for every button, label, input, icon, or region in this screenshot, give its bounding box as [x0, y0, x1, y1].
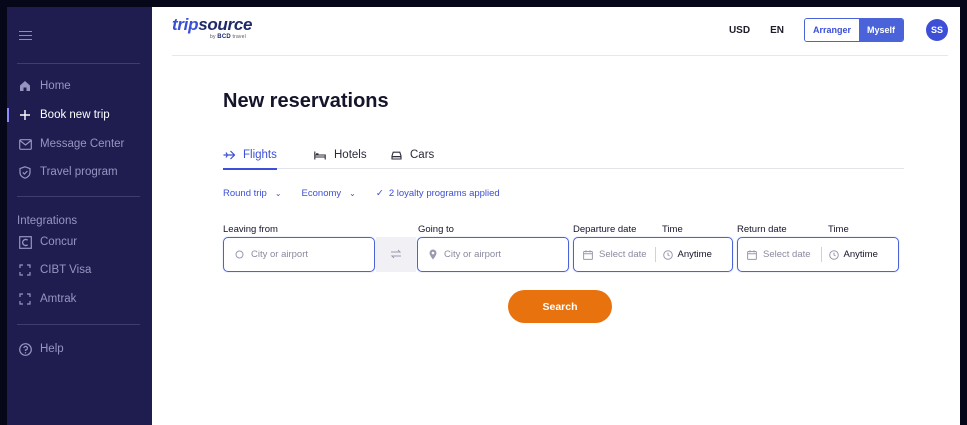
concur-icon — [18, 235, 32, 249]
avatar[interactable]: SS — [926, 19, 948, 41]
logo-sub-travel: travel — [232, 34, 246, 40]
going-to-placeholder: City or airport — [444, 249, 502, 260]
sidebar-item-amtrak[interactable]: Amtrak — [7, 288, 152, 310]
loyalty-programs-link[interactable]: ✓ 2 loyalty programs applied — [376, 188, 500, 199]
help-icon — [18, 342, 32, 356]
tab-hotels[interactable]: Hotels — [314, 141, 367, 169]
sidebar-item-label: Book new trip — [40, 109, 110, 121]
clock-icon — [828, 249, 839, 260]
tripsource-logo[interactable]: tripsource by BCD travel — [172, 16, 252, 40]
return-date-input[interactable]: Select date — [738, 238, 811, 271]
language-selector[interactable]: EN — [770, 25, 784, 36]
return-time-value: Anytime — [843, 249, 878, 260]
car-icon — [391, 151, 402, 160]
sidebar-item-help[interactable]: Help — [7, 338, 152, 360]
calendar-icon — [583, 249, 593, 260]
chevron-down-icon: ⌄ — [349, 189, 356, 198]
leaving-from-input[interactable]: City or airport — [223, 237, 375, 272]
mail-icon — [18, 137, 32, 151]
origin-circle-icon — [235, 250, 244, 259]
sidebar-item-concur[interactable]: Concur — [7, 231, 152, 253]
check-icon: ✓ — [375, 188, 384, 199]
sidebar-item-book-new-trip[interactable]: Book new trip — [7, 104, 152, 126]
logo-text-suffix: source — [198, 15, 253, 34]
sidebar-item-label: Home — [40, 80, 71, 92]
chevron-down-icon: ⌄ — [274, 189, 282, 198]
going-to-input[interactable]: City or airport — [417, 237, 569, 272]
trip-type-dropdown[interactable]: Round trip ⌄ — [223, 188, 282, 199]
loyalty-text: 2 loyalty programs applied — [388, 188, 500, 199]
page-title: New reservations — [223, 90, 389, 112]
sidebar-item-label: Concur — [40, 236, 78, 248]
sidebar-item-cibt-visa[interactable]: CIBT Visa — [7, 259, 152, 281]
sidebar-item-travel-program[interactable]: Travel program — [7, 161, 152, 183]
logo-text-prefix: trip — [172, 15, 199, 34]
sidebar-item-label: Message Center — [40, 138, 125, 150]
sidebar-item-label: Travel program — [40, 166, 118, 178]
tab-label: Flights — [243, 149, 277, 161]
going-to-label: Going to — [418, 224, 454, 235]
calendar-icon — [747, 249, 757, 260]
leaving-from-label: Leaving from — [223, 224, 278, 235]
plane-icon — [223, 150, 235, 160]
cabin-class-dropdown[interactable]: Economy ⌄ — [302, 188, 356, 199]
home-icon — [18, 79, 32, 93]
logo-sub-by: by — [210, 34, 216, 40]
tab-label: Hotels — [334, 149, 367, 161]
departure-date-placeholder: Select date — [599, 249, 647, 260]
departure-time-value: Anytime — [677, 249, 712, 260]
search-button[interactable]: Search — [508, 290, 612, 323]
sidebar-divider — [17, 324, 140, 325]
app-window: Home Book new trip Message Center Travel… — [7, 7, 960, 425]
sidebar-item-message-center[interactable]: Message Center — [7, 133, 152, 155]
main-content: tripsource by BCD travel USD EN Arranger… — [152, 7, 960, 425]
trip-type-value: Round trip — [223, 188, 267, 199]
menu-icon[interactable] — [19, 31, 32, 40]
external-app-icon — [18, 292, 32, 306]
tab-flights[interactable]: Flights — [223, 141, 277, 170]
bed-icon — [314, 151, 326, 160]
return-date-placeholder: Select date — [763, 249, 811, 260]
departure-time-select[interactable]: Anytime — [656, 249, 712, 260]
logo-sub-brand: BCD — [217, 34, 231, 40]
mode-toggle: Arranger Myself — [803, 18, 904, 42]
top-bar: tripsource by BCD travel USD EN Arranger… — [172, 7, 948, 56]
sidebar-item-label: Help — [40, 343, 64, 355]
departure-date-label: Departure date — [573, 224, 637, 235]
search-options: Round trip ⌄ Economy ⌄ ✓ 2 loyalty progr… — [223, 188, 500, 199]
departure-date-input[interactable]: Select date — [574, 238, 647, 271]
cabin-class-value: Economy — [301, 188, 342, 199]
sidebar-item-label: Amtrak — [40, 293, 77, 305]
arranger-option[interactable]: Arranger — [804, 19, 859, 41]
sidebar: Home Book new trip Message Center Travel… — [7, 7, 152, 425]
tab-label: Cars — [410, 149, 435, 161]
myself-option[interactable]: Myself — [858, 19, 903, 41]
reservation-tabs: Flights Hotels Cars — [223, 141, 904, 170]
currency-selector[interactable]: USD — [729, 25, 750, 36]
shield-icon — [18, 165, 32, 179]
sidebar-divider — [17, 196, 140, 197]
departure-field[interactable]: Select date Anytime — [573, 237, 733, 272]
clock-icon — [662, 249, 673, 260]
sidebar-divider — [17, 63, 140, 64]
leaving-from-placeholder: City or airport — [251, 249, 309, 260]
sidebar-item-home[interactable]: Home — [7, 75, 152, 97]
external-app-icon — [18, 263, 32, 277]
return-field[interactable]: Select date Anytime — [737, 237, 899, 272]
swap-locations-button[interactable] — [376, 237, 416, 272]
departure-time-label: Time — [662, 224, 683, 235]
sidebar-item-label: CIBT Visa — [40, 264, 92, 276]
header-controls: USD EN Arranger Myself SS — [729, 18, 948, 42]
return-time-label: Time — [828, 224, 849, 235]
swap-icon — [390, 246, 402, 264]
return-time-select[interactable]: Anytime — [822, 249, 878, 260]
tab-cars[interactable]: Cars — [391, 141, 434, 169]
integrations-heading: Integrations — [17, 215, 78, 227]
plus-icon — [18, 108, 32, 122]
logo-subtitle: by BCD travel — [210, 34, 252, 40]
return-date-label: Return date — [737, 224, 787, 235]
location-pin-icon — [429, 249, 437, 260]
